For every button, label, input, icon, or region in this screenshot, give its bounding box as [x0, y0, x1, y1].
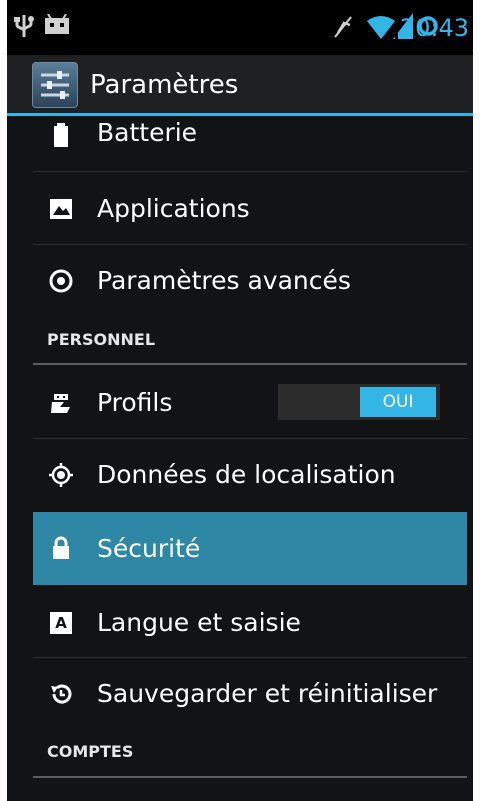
toggle-on-label: OUI [360, 387, 436, 417]
location-icon [49, 463, 73, 487]
wifi-icon [367, 16, 395, 39]
divider [33, 438, 467, 439]
list-item-securite[interactable]: Sécurité [33, 512, 467, 585]
lock-icon [53, 536, 69, 559]
list-item-label: Sauvegarder et réinitialiser [97, 679, 438, 708]
svg-text:A: A [55, 614, 67, 632]
list-item-localisation[interactable]: Données de localisation [33, 440, 467, 510]
page-title-front: Paramètres [90, 70, 239, 100]
list-item-langue[interactable]: A Langue et saisie [33, 588, 467, 658]
profiles-toggle[interactable]: OUI [278, 384, 440, 420]
divider [33, 657, 467, 658]
section-label: PERSONNEL [47, 330, 156, 349]
status-time: 20:43 [399, 14, 469, 42]
list-item-label: Données de localisation [97, 460, 396, 489]
mute-icon [334, 16, 352, 38]
list-item-applications[interactable]: Applications [33, 174, 467, 244]
language-icon: A [50, 612, 72, 634]
action-bar-accent [7, 113, 473, 116]
list-item-label: Profils [97, 388, 173, 417]
list-item-label: Applications [97, 194, 250, 223]
status-bar: 20:43 [7, 0, 473, 55]
divider [33, 244, 467, 245]
list-item-label: Sécurité [97, 534, 201, 563]
list-item-profils[interactable]: Profils OUI [33, 368, 467, 438]
advanced-settings-icon [49, 269, 73, 293]
device-screen: 20:43 Paramètres Batterie Paramètres [7, 0, 473, 801]
battery-icon [54, 123, 68, 147]
android-debug-icon [45, 14, 69, 34]
section-header-personnel: PERSONNEL [33, 315, 467, 365]
section-divider [33, 776, 467, 778]
section-divider [33, 363, 467, 365]
list-item-parametres-avances[interactable]: Paramètres avancés [33, 246, 467, 316]
list-item-sauvegarder[interactable]: Sauvegarder et réinitialiser [33, 659, 467, 729]
list-item-label: Paramètres avancés [97, 266, 351, 295]
backup-restore-icon [51, 684, 72, 704]
section-header-comptes: COMPTES [33, 727, 467, 777]
profiles-icon [51, 394, 70, 413]
section-label: COMPTES [47, 742, 134, 761]
settings-app-icon-front [32, 62, 78, 108]
divider [33, 171, 467, 172]
list-item-label: Langue et saisie [97, 608, 301, 637]
usb-icon [14, 15, 34, 37]
applications-icon [50, 199, 72, 219]
